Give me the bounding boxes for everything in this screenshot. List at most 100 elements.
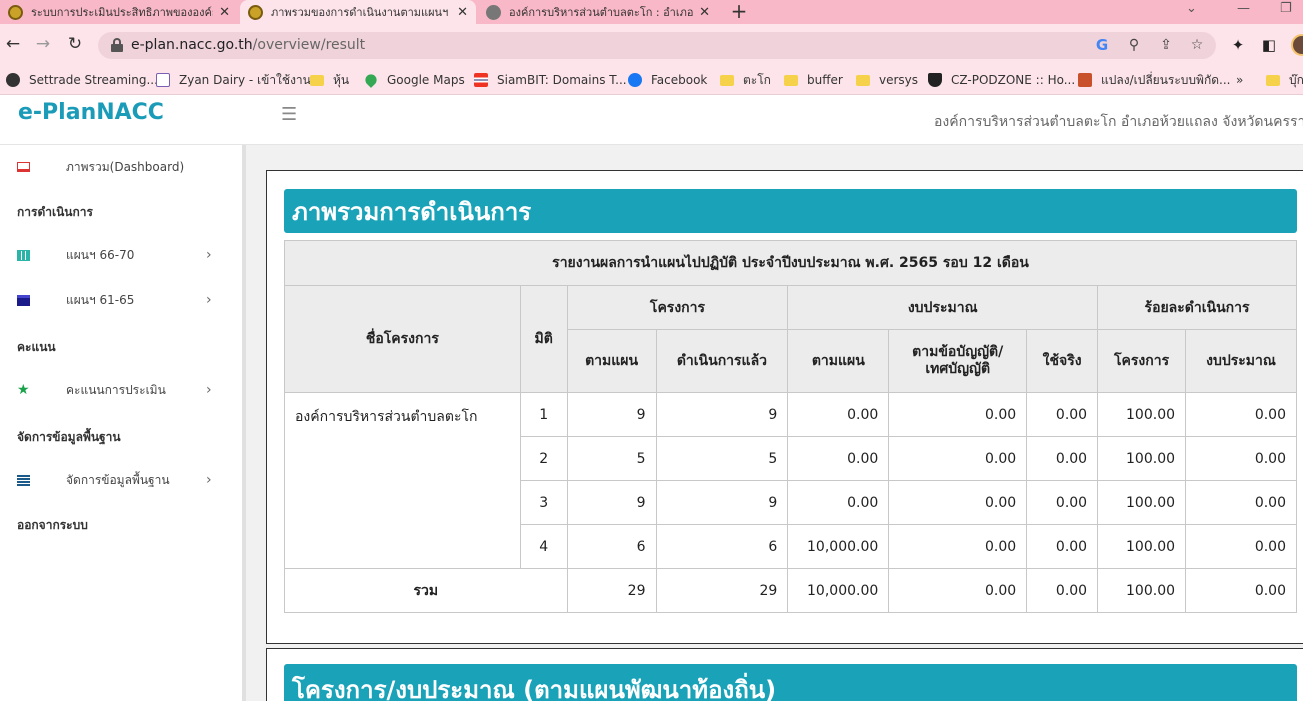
app-brand-logo[interactable]: e-PlanNACC xyxy=(18,100,164,125)
org-name-header: องค์การบริหารส่วนตำบลตะโก อำเภอห้วยแถลง … xyxy=(934,114,1303,130)
browser-tab-2[interactable]: ภาพรวมของการดำเนินงานตามแผนฯ ✕ xyxy=(240,0,476,24)
bookmark-facebook[interactable]: Facebook xyxy=(628,65,707,95)
star-icon: ★ xyxy=(17,381,30,398)
back-arrow-icon[interactable]: ← xyxy=(2,33,24,55)
side-panel-icon[interactable]: ◧ xyxy=(1259,35,1279,55)
sidebar-section-score: คะแนน xyxy=(17,340,56,354)
bookmark-siambit[interactable]: SiamBIT: Domains T... xyxy=(474,65,627,95)
siambit-icon xyxy=(474,73,488,87)
tab-title: องค์การบริหารส่วนตำบลตะโก : อำเภอ xyxy=(509,6,694,19)
total-budget-ordinance: 0.00 xyxy=(888,568,1028,613)
bookmark-star-icon[interactable]: ☆ xyxy=(1188,36,1206,54)
zoom-icon[interactable]: ⚲ xyxy=(1125,36,1143,54)
bookmark-folder-tako[interactable]: ตะโก xyxy=(720,65,771,95)
section-title-projects-budget: โครงการ/งบประมาณ (ตามแผนพัฒนาท้องถิ่น) xyxy=(284,664,1297,704)
cell-budget-actual: 0.00 xyxy=(1026,480,1099,525)
bookmark-convert[interactable]: แปลง/เปลี่ยนระบบพิกัด... xyxy=(1078,65,1230,95)
folder-icon xyxy=(1266,74,1280,86)
site-logo-icon xyxy=(248,4,263,20)
close-tab-icon[interactable]: ✕ xyxy=(699,5,710,20)
forward-arrow-icon[interactable]: → xyxy=(32,33,54,55)
cell-pct-budget: 0.00 xyxy=(1185,480,1297,525)
header-projects: โครงการ xyxy=(566,285,789,330)
settrade-icon xyxy=(6,73,20,87)
share-icon[interactable]: ⇪ xyxy=(1157,36,1175,54)
sidebar-section-base-data: จัดการข้อมูลพื้นฐาน xyxy=(17,430,121,444)
bookmark-folder-versys[interactable]: versys xyxy=(856,65,918,95)
sidebar-item-manage-base-data[interactable]: จัดการข้อมูลพื้นฐาน › xyxy=(0,468,242,492)
browser-tab-3[interactable]: องค์การบริหารส่วนตำบลตะโก : อำเภอ ✕ xyxy=(478,0,718,24)
folder-icon xyxy=(784,74,798,86)
cell-budget-actual: 0.00 xyxy=(1026,436,1099,481)
cell-budget-planned: 0.00 xyxy=(787,436,890,481)
table-icon xyxy=(17,249,30,261)
header-percent: ร้อยละดำเนินการ xyxy=(1097,285,1297,330)
google-translate-icon[interactable]: G xyxy=(1093,36,1111,54)
shield-icon xyxy=(928,73,942,87)
browser-tab-1[interactable]: ระบบการประเมินประสิทธิภาพขององค์กรฯ ✕ xyxy=(0,0,238,24)
table-total-row: รวม 29 29 10,000.00 0.00 0.00 100.00 0.0… xyxy=(284,568,1297,613)
total-done: 29 xyxy=(655,568,789,613)
bookmark-folder-buffer[interactable]: buffer xyxy=(784,65,843,95)
cell-done: 9 xyxy=(655,480,789,525)
org-name-cell: องค์การบริหารส่วนตำบลตะโก xyxy=(284,392,521,569)
sidebar-item-dashboard[interactable]: ภาพรวม(Dashboard) xyxy=(0,155,242,179)
bookmark-zyan[interactable]: Zyan Dairy - เข้าใช้งาน xyxy=(156,65,311,95)
cell-dimension: 1 xyxy=(519,392,568,437)
sidebar-section-operation: การดำเนินการ xyxy=(17,205,93,219)
sidebar-item-logout[interactable]: ออกจากระบบ xyxy=(17,516,88,535)
header-project-name: ชื่อโครงการ xyxy=(284,285,521,393)
header-planned: ตามแผน xyxy=(566,329,657,393)
chevron-right-icon: › xyxy=(206,292,212,308)
bookmark-settrade[interactable]: Settrade Streaming... xyxy=(6,65,158,95)
minimize-icon[interactable]: — xyxy=(1237,0,1250,18)
list-icon xyxy=(17,474,30,486)
header-budget: งบประมาณ xyxy=(787,285,1099,330)
bookmark-google-maps[interactable]: Google Maps xyxy=(363,65,465,95)
hamburger-menu-icon[interactable]: ☰ xyxy=(281,104,297,125)
header-budget-actual: ใช้จริง xyxy=(1026,329,1099,393)
cell-pct-budget: 0.00 xyxy=(1185,392,1297,437)
sidebar-item-plan-66-70[interactable]: แผนฯ 66-70 › xyxy=(0,243,242,267)
cell-budget-actual: 0.00 xyxy=(1026,524,1099,569)
close-tab-icon[interactable]: ✕ xyxy=(457,5,468,20)
site-logo-icon xyxy=(8,4,23,20)
cell-dimension: 2 xyxy=(519,436,568,481)
bookmark-folder-other[interactable]: บุ๊ก xyxy=(1266,65,1303,95)
total-label: รวม xyxy=(284,568,568,613)
bookmarks-overflow-button[interactable]: » xyxy=(1236,65,1243,95)
tab-title: ภาพรวมของการดำเนินงานตามแผนฯ xyxy=(271,6,449,19)
cell-done: 9 xyxy=(655,392,789,437)
cell-budget-ordinance: 0.00 xyxy=(888,436,1028,481)
restore-icon[interactable]: ❐ xyxy=(1280,0,1292,18)
sidebar-item-label: คะแนนการประเมิน xyxy=(66,382,166,397)
cell-budget-planned: 10,000.00 xyxy=(787,524,890,569)
reload-icon[interactable]: ↻ xyxy=(64,33,86,55)
bookmark-folder-stocks[interactable]: หุ้น xyxy=(310,65,349,95)
report-table: รายงานผลการนำแผนไปปฏิบัติ ประจำปีงบประมา… xyxy=(284,240,1297,613)
cell-pct-projects: 100.00 xyxy=(1097,524,1187,569)
lock-icon[interactable] xyxy=(111,38,123,52)
sidebar-item-assessment-score[interactable]: ★ คะแนนการประเมิน › xyxy=(0,378,242,402)
chevron-right-icon: › xyxy=(206,247,212,263)
cell-planned: 9 xyxy=(566,480,657,525)
cell-planned: 9 xyxy=(566,392,657,437)
globe-icon xyxy=(486,4,501,20)
total-budget-actual: 0.00 xyxy=(1026,568,1099,613)
cell-done: 6 xyxy=(655,524,789,569)
header-pct-budget: งบประมาณ xyxy=(1185,329,1297,393)
new-tab-button[interactable]: + xyxy=(728,0,750,24)
bookmark-cz-podzone[interactable]: CZ-PODZONE :: Ho... xyxy=(928,65,1075,95)
extensions-puzzle-icon[interactable]: ✦ xyxy=(1228,35,1248,55)
url-text[interactable]: e-plan.nacc.go.th/overview/result xyxy=(131,37,365,53)
tab-search-chevron-icon[interactable]: ⌄ xyxy=(1186,0,1197,18)
cell-budget-ordinance: 0.00 xyxy=(888,524,1028,569)
total-pct-budget: 0.00 xyxy=(1185,568,1297,613)
cell-budget-actual: 0.00 xyxy=(1026,392,1099,437)
sidebar-item-plan-61-65[interactable]: แผนฯ 61-65 › xyxy=(0,288,242,312)
cell-pct-projects: 100.00 xyxy=(1097,480,1187,525)
cell-budget-ordinance: 0.00 xyxy=(888,392,1028,437)
cell-pct-budget: 0.00 xyxy=(1185,436,1297,481)
close-tab-icon[interactable]: ✕ xyxy=(219,5,230,20)
cell-budget-ordinance: 0.00 xyxy=(888,480,1028,525)
